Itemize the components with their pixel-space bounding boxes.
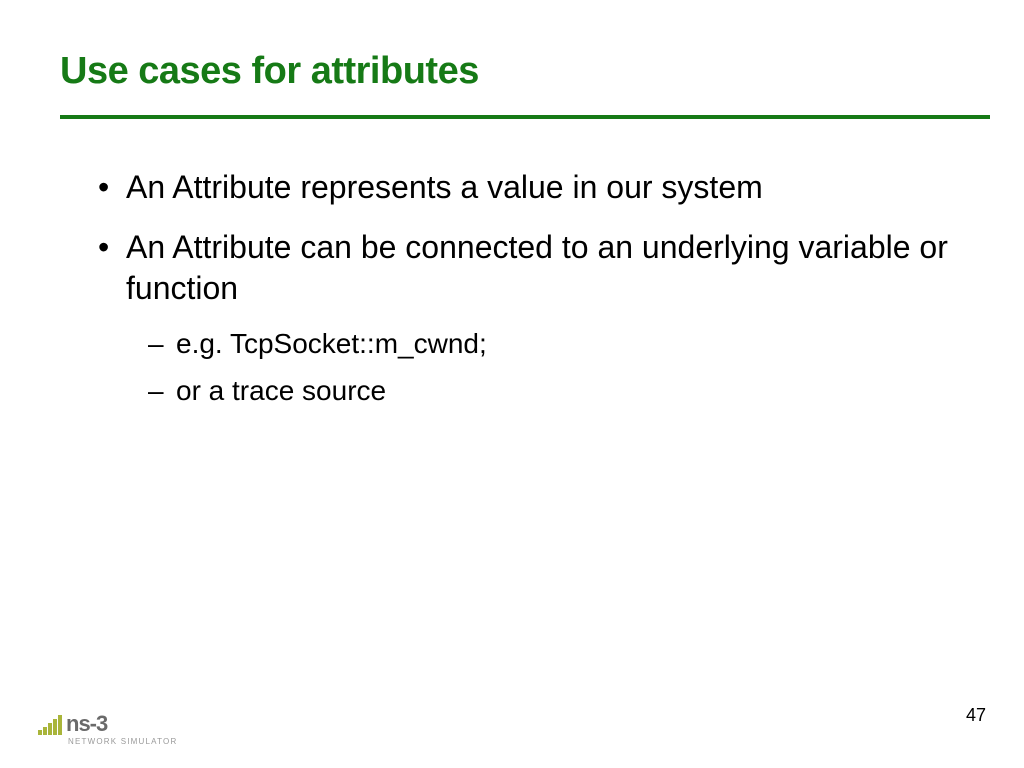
footer: ns-3 NETWORK SIMULATOR 47 — [38, 705, 986, 746]
slide: Use cases for attributes An Attribute re… — [0, 0, 1024, 768]
content-area: An Attribute represents a value in our s… — [60, 167, 986, 410]
signal-bars-icon — [38, 715, 62, 735]
logo-top: ns-3 — [38, 713, 107, 735]
sub-bullet-item: or a trace source — [148, 371, 986, 410]
sub-bullet-text: or a trace source — [176, 375, 386, 406]
sub-bullet-list: e.g. TcpSocket::m_cwnd; or a trace sourc… — [126, 324, 986, 410]
page-number: 47 — [966, 705, 986, 726]
bullet-text: An Attribute represents a value in our s… — [126, 169, 763, 205]
bullet-item: An Attribute can be connected to an unde… — [98, 227, 986, 411]
bullet-text: An Attribute can be connected to an unde… — [126, 229, 948, 307]
slide-title: Use cases for attributes — [60, 50, 986, 93]
sub-bullet-text: e.g. TcpSocket::m_cwnd; — [176, 328, 487, 359]
logo-subtitle: NETWORK SIMULATOR — [68, 737, 177, 746]
ns3-logo: ns-3 NETWORK SIMULATOR — [38, 713, 177, 746]
sub-bullet-item: e.g. TcpSocket::m_cwnd; — [148, 324, 986, 363]
bullet-list: An Attribute represents a value in our s… — [98, 167, 986, 410]
logo-name: ns-3 — [66, 713, 107, 735]
title-rule — [60, 115, 990, 119]
bullet-item: An Attribute represents a value in our s… — [98, 167, 986, 209]
